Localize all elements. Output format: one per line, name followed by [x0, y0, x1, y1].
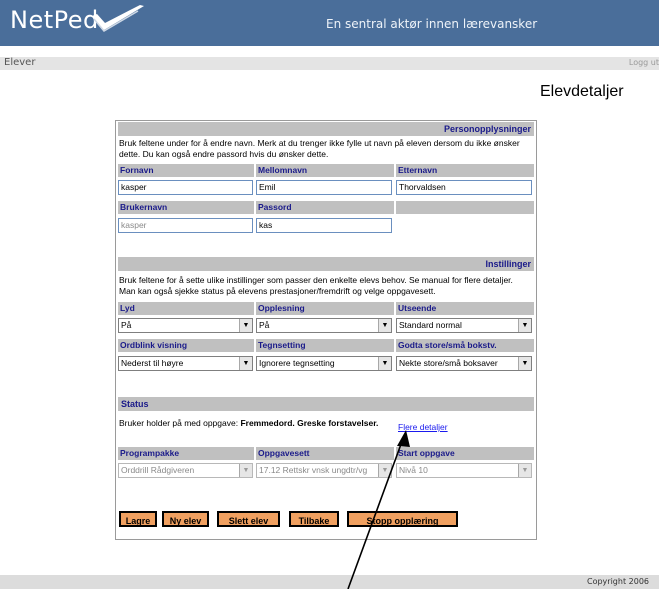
logout-link[interactable]: Logg ut [629, 58, 659, 67]
last-name-label: Etternavn [396, 164, 534, 177]
start-task-select: Nivå 10 ▼ [396, 463, 532, 478]
first-name-label: Fornavn [118, 164, 254, 177]
section-header-status: Status [118, 397, 534, 411]
back-button[interactable]: Tilbake [289, 511, 339, 527]
footer: Copyright 2006 [0, 575, 659, 589]
status-text: Bruker holder på med oppgave: Fremmedord… [119, 418, 389, 429]
case-select[interactable]: Nekte store/små boksaver ▼ [396, 356, 532, 371]
current-task: Fremmedord. Greske forstavelser. [240, 418, 379, 428]
copyright-text: Copyright 2006 [587, 577, 649, 586]
appearance-select[interactable]: Standard normal ▼ [396, 318, 532, 333]
last-name-field[interactable]: Thorvaldsen [396, 180, 532, 195]
sound-label: Lyd [118, 302, 254, 315]
more-details-link[interactable]: Flere detaljer [398, 422, 448, 432]
chevron-down-icon[interactable]: ▼ [239, 319, 252, 332]
username-field: kasper [118, 218, 253, 233]
taskset-select: 17.12 Rettskr vnsk ungdtr/vg ▼ [256, 463, 392, 478]
case-label: Godta store/små bokstv. [396, 339, 534, 352]
section-header-personal: Personopplysninger [118, 122, 534, 136]
page-title: Elevdetaljer [540, 83, 624, 100]
ordblink-label: Ordblink visning [118, 339, 254, 352]
sound-select[interactable]: På ▼ [118, 318, 253, 333]
first-name-field[interactable]: kasper [118, 180, 253, 195]
chevron-down-icon[interactable]: ▼ [378, 357, 391, 370]
empty-label-cell [396, 201, 534, 214]
password-label: Passord [256, 201, 394, 214]
save-button[interactable]: Lagre [119, 511, 157, 527]
middle-name-field[interactable]: Emil [256, 180, 392, 195]
taskset-label: Oppgavesett [256, 447, 394, 460]
logo[interactable]: NetPed [10, 6, 99, 34]
status-prefix: Bruker holder på med oppgave: [119, 418, 239, 428]
student-details-form: Personopplysninger Bruk feltene under fo… [115, 120, 537, 540]
nav-elever-link[interactable]: Elever [4, 57, 35, 68]
delete-student-button[interactable]: Slett elev [217, 511, 280, 527]
stop-training-button[interactable]: Stopp opplæring [347, 511, 458, 527]
appearance-label: Utseende [396, 302, 534, 315]
site-header: NetPed En sentral aktør innen lærevanske… [0, 0, 659, 46]
password-field[interactable]: kas [256, 218, 392, 233]
chevron-down-icon: ▼ [518, 464, 531, 477]
reading-label: Opplesning [256, 302, 394, 315]
program-label: Programpakke [118, 447, 254, 460]
new-student-button[interactable]: Ny elev [162, 511, 209, 527]
chevron-down-icon[interactable]: ▼ [518, 357, 531, 370]
punctuation-select[interactable]: Ignorere tegnsetting ▼ [256, 356, 392, 371]
program-select: Orddrill Rådgiveren ▼ [118, 463, 253, 478]
username-label: Brukernavn [118, 201, 254, 214]
sub-navigation: Elever Logg ut [0, 57, 659, 70]
personal-description: Bruk feltene under for å endre navn. Mer… [119, 138, 520, 159]
ordblink-select[interactable]: Nederst til høyre ▼ [118, 356, 253, 371]
chevron-down-icon: ▼ [378, 464, 391, 477]
chevron-down-icon[interactable]: ▼ [378, 319, 391, 332]
checkmark-logo-icon [92, 5, 144, 32]
punctuation-label: Tegnsetting [256, 339, 394, 352]
settings-description: Bruk feltene for å sette ulike instillin… [119, 275, 513, 296]
chevron-down-icon[interactable]: ▼ [239, 357, 252, 370]
start-task-label: Start oppgave [396, 447, 534, 460]
chevron-down-icon: ▼ [239, 464, 252, 477]
tagline: En sentral aktør innen lærevansker [326, 17, 538, 31]
reading-select[interactable]: På ▼ [256, 318, 392, 333]
section-header-settings: Instillinger [118, 257, 534, 271]
chevron-down-icon[interactable]: ▼ [518, 319, 531, 332]
middle-name-label: Mellomnavn [256, 164, 394, 177]
